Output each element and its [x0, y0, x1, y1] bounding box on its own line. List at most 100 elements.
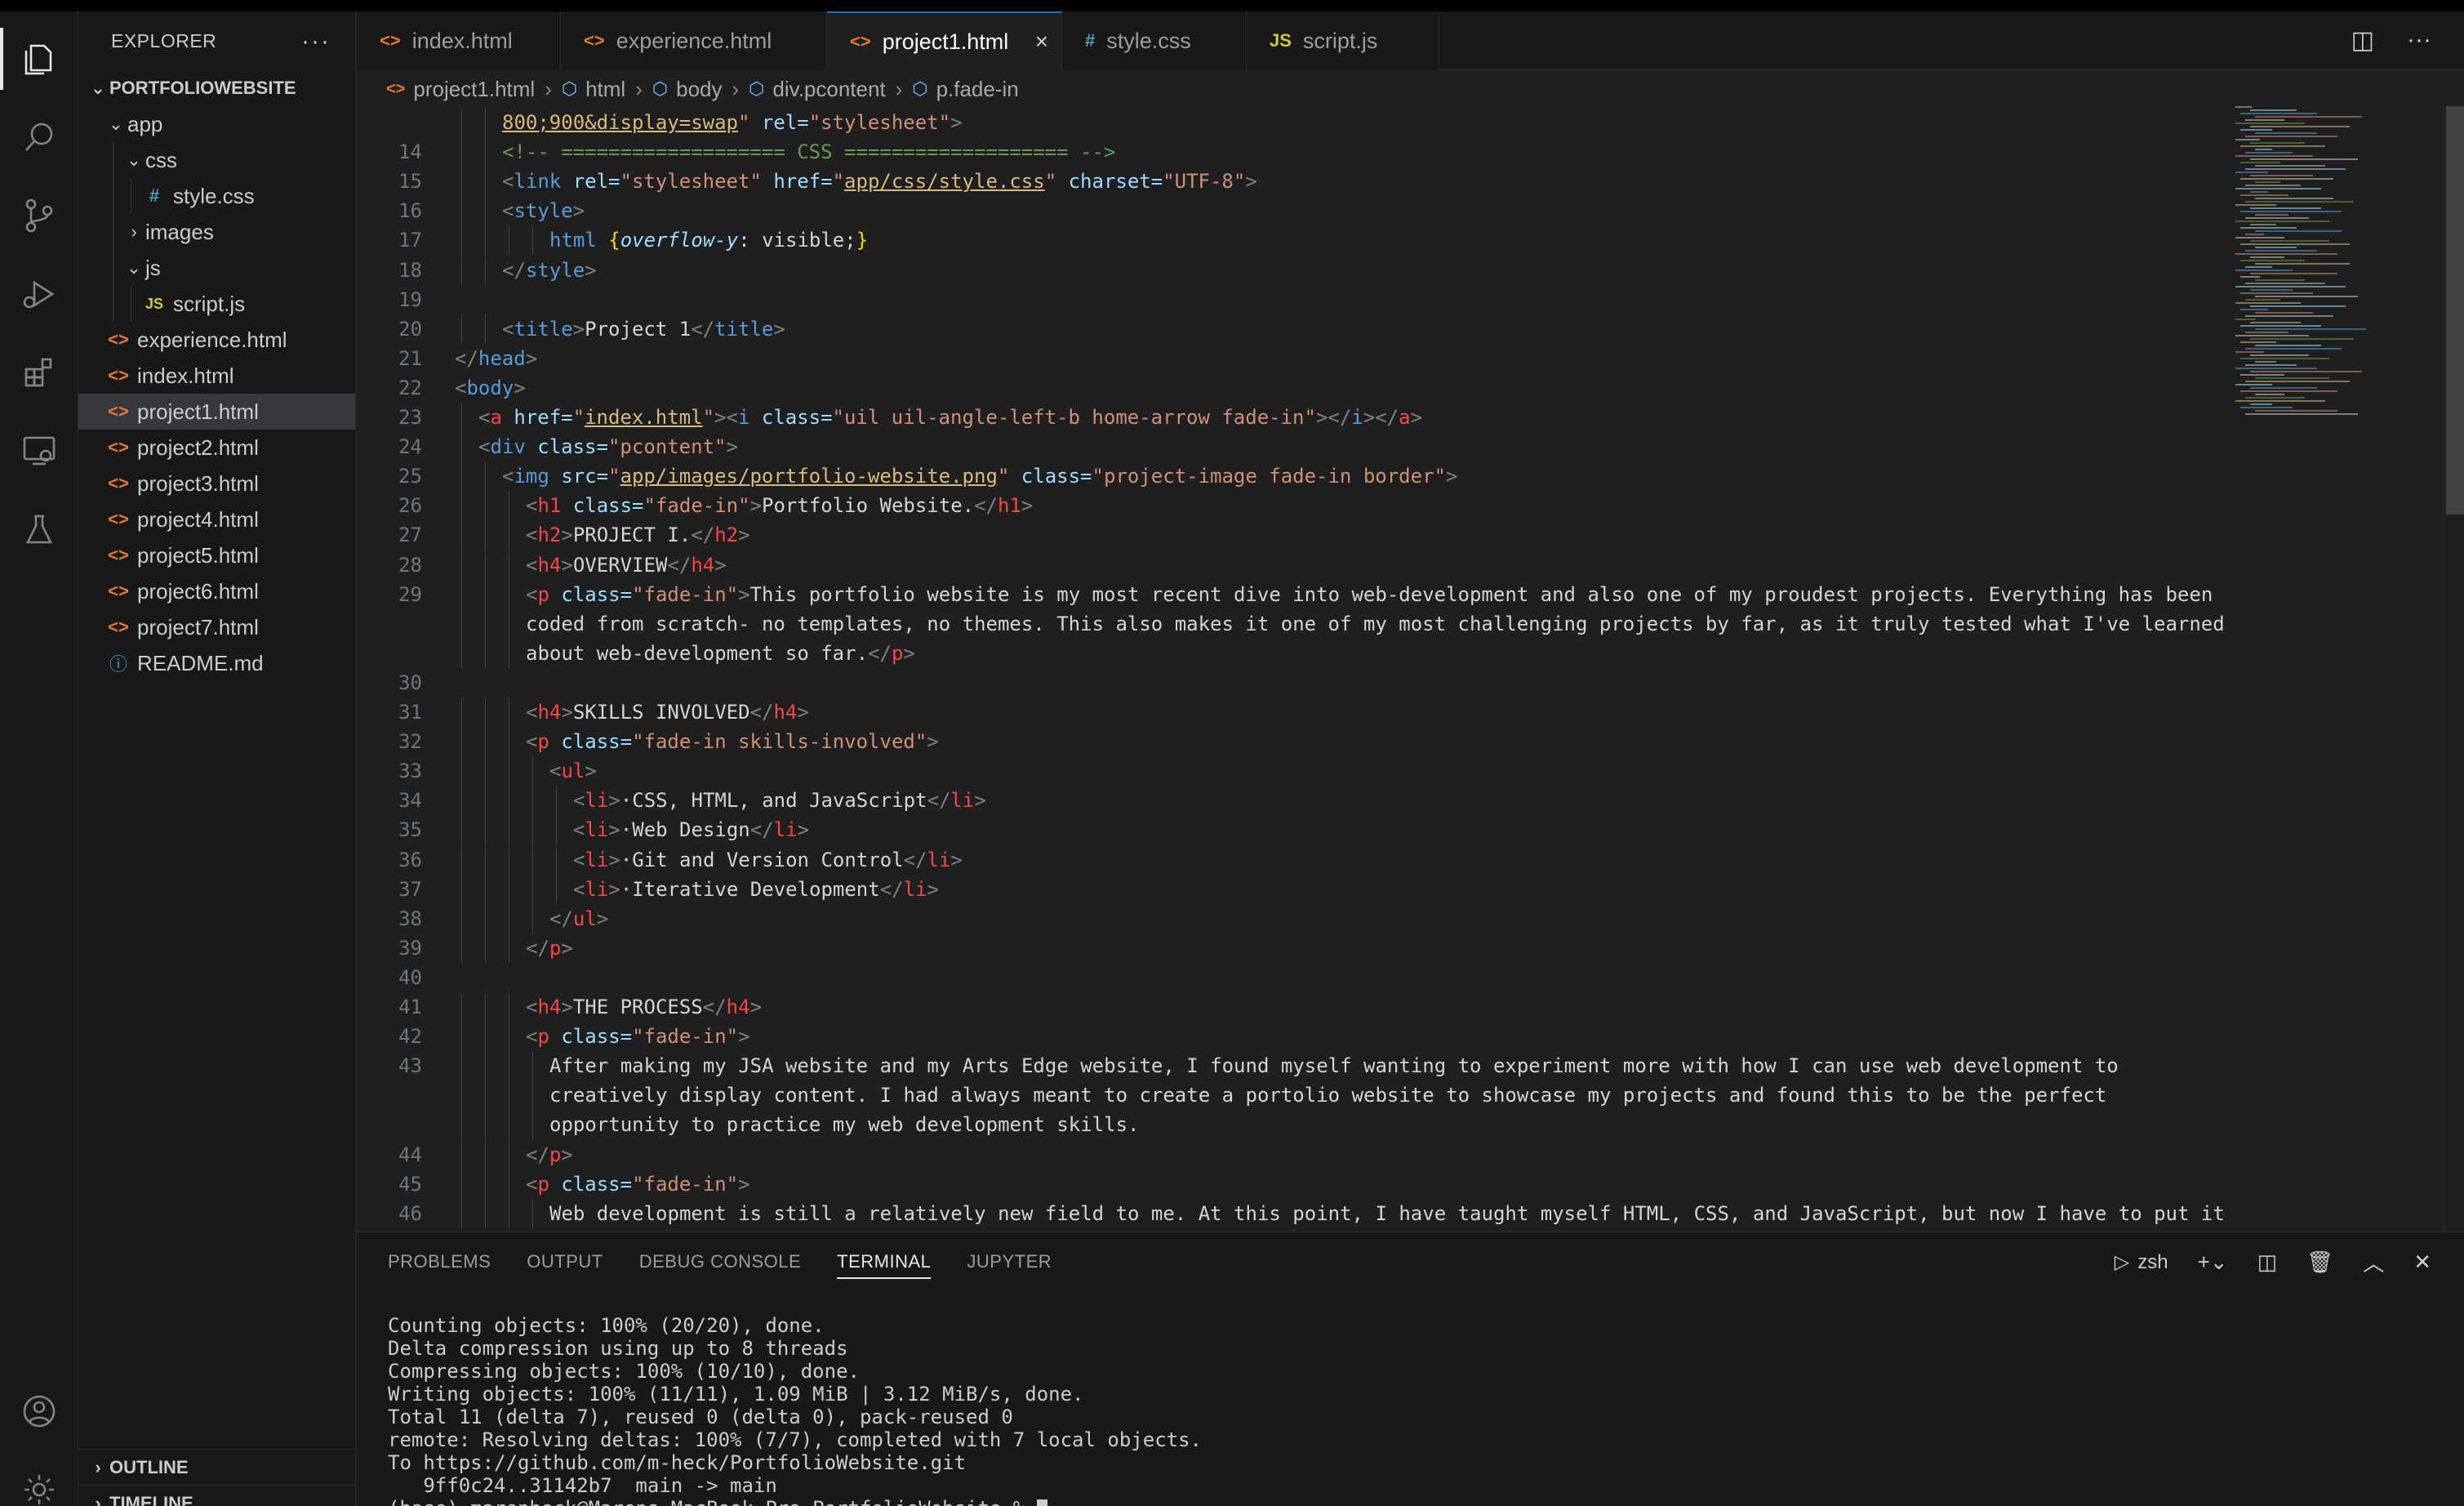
minimap-line	[2255, 149, 2272, 150]
settings-gear-icon[interactable]	[0, 1450, 78, 1506]
tab-index-html[interactable]: <> index.html	[357, 11, 561, 70]
indent-guide	[485, 608, 486, 639]
minimap-line	[2235, 188, 2321, 189]
folder-item[interactable]: ⌄ js	[78, 250, 355, 286]
explorer-icon[interactable]	[0, 20, 78, 98]
folder-item[interactable]: ⌄ css	[78, 142, 355, 178]
line-number: 15	[398, 170, 422, 194]
breadcrumb-item[interactable]: <> project1.html	[386, 77, 535, 102]
html-file-icon: <>	[108, 329, 129, 350]
code-token: Web development is still a relatively ne…	[549, 1201, 2225, 1225]
file-item[interactable]: <> project5.html	[78, 537, 355, 573]
file-item[interactable]: <> project2.html	[78, 430, 355, 466]
code-line: 44 </p>	[357, 1139, 2235, 1170]
terminal-output[interactable]: Counting objects: 100% (20/20), done. Del…	[388, 1314, 1202, 1506]
search-icon[interactable]	[0, 98, 78, 176]
code-line: 37 <li>·Iterative Development</li>	[357, 874, 2235, 904]
timeline-section[interactable]: › TIMELINE	[78, 1485, 356, 1506]
indent-guide	[461, 844, 462, 875]
file-item[interactable]: <> project4.html	[78, 501, 355, 537]
panel-tab-terminal[interactable]: TERMINAL	[837, 1251, 932, 1279]
minimap-line	[2245, 364, 2297, 366]
maximize-panel-icon[interactable]: ︿	[2363, 1247, 2384, 1277]
file-item[interactable]: <> project1.html	[78, 394, 355, 430]
file-item[interactable]: ⓘ README.md	[78, 645, 355, 681]
file-label: app	[127, 111, 163, 136]
file-item[interactable]: <> project6.html	[78, 573, 355, 609]
outline-section[interactable]: › OUTLINE	[78, 1449, 356, 1485]
code-editor[interactable]: 800;900&display=swap" rel="stylesheet"> 1…	[357, 106, 2464, 1232]
source-control-icon[interactable]	[0, 176, 78, 255]
file-label: project3.html	[137, 470, 259, 496]
minimap-line	[2255, 312, 2313, 314]
minimap-line	[2235, 351, 2264, 353]
split-terminal-icon[interactable]: ◫	[2257, 1250, 2278, 1275]
editor-scrollbar[interactable]	[2443, 106, 2464, 1232]
code-token: <	[502, 170, 514, 194]
close-panel-icon[interactable]: ✕	[2413, 1250, 2431, 1275]
project-folder-header[interactable]: ⌄ PORTFOLIOWEBSITE	[78, 70, 355, 106]
code-token: "UTF-8"	[1163, 170, 1246, 194]
code-token: "	[997, 465, 1010, 488]
tab-project1-html[interactable]: <> project1.html ×	[827, 11, 1062, 70]
more-actions-icon[interactable]: ···	[301, 28, 331, 56]
code-text: </style>	[502, 259, 597, 282]
account-icon[interactable]	[0, 1372, 78, 1450]
more-actions-icon[interactable]: ···	[2407, 26, 2431, 55]
file-item[interactable]: <> index.html	[78, 358, 355, 394]
activity-bar	[0, 11, 78, 1506]
file-item[interactable]: <> experience.html	[78, 322, 355, 358]
panel-tab-output[interactable]: OUTPUT	[527, 1251, 603, 1272]
panel-tab-jupyter[interactable]: JUPYTER	[967, 1251, 1052, 1272]
minimap[interactable]	[2235, 106, 2431, 596]
minimap-line	[2255, 296, 2358, 297]
terminal-line: Total 11 (delta 7), reused 0 (delta 0), …	[388, 1406, 1202, 1428]
tab-script-js[interactable]: JS script.js	[1247, 11, 1439, 70]
extensions-icon[interactable]	[0, 333, 78, 412]
code-token: >	[714, 553, 727, 577]
folder-item[interactable]: › images	[78, 214, 355, 250]
breadcrumb-item[interactable]: ⬡ body	[652, 77, 723, 102]
scrollbar-thumb[interactable]	[2446, 106, 2464, 515]
code-line: 16 <style>	[357, 196, 2235, 226]
indent-guide	[485, 520, 486, 550]
panel-tab-problems[interactable]: PROBLEMS	[388, 1251, 491, 1272]
code-text: opportunity to practice my web developme…	[549, 1113, 1139, 1136]
breadcrumb-item[interactable]: ⬡ p.fade-in	[912, 77, 1018, 102]
breadcrumb-item[interactable]: ⬡ div.pcontent	[749, 77, 886, 102]
testing-icon[interactable]	[0, 490, 78, 568]
code-token: >	[738, 1172, 750, 1196]
minimap-line	[2235, 400, 2325, 402]
file-item[interactable]: JS script.js	[78, 286, 355, 322]
tab-style-css[interactable]: # style.css	[1062, 11, 1247, 70]
code-line: 25 <img src="app/images/portfolio-website…	[357, 461, 2235, 492]
folder-item[interactable]: ⌄ app	[78, 106, 355, 142]
file-label: script.js	[173, 291, 246, 316]
minimap-line	[2255, 198, 2333, 199]
indent-guide	[485, 815, 486, 845]
code-token: p	[537, 582, 549, 606]
code-token: >	[726, 435, 738, 459]
line-number: 19	[398, 287, 422, 311]
file-item[interactable]: <> project7.html	[78, 609, 355, 645]
file-item[interactable]: # style.css	[78, 178, 355, 214]
code-token: >	[585, 760, 597, 783]
close-icon[interactable]: ×	[1035, 29, 1048, 55]
run-debug-icon[interactable]	[0, 255, 78, 333]
new-terminal-icon[interactable]: +⌄	[2198, 1250, 2228, 1275]
line-number: 35	[398, 818, 422, 842]
trash-icon[interactable]: 🗑	[2306, 1250, 2333, 1275]
terminal-shell-selector[interactable]: ▷ zsh	[2115, 1250, 2168, 1274]
code-line: about web-development so far.</p>	[357, 638, 2235, 668]
split-editor-icon[interactable]: ◫	[2351, 26, 2374, 55]
minimap-line	[2245, 185, 2301, 186]
panel-tab-debug-console[interactable]: DEBUG CONSOLE	[639, 1251, 801, 1272]
remote-explorer-icon[interactable]	[0, 412, 78, 490]
terminal-line: Delta compression using up to 8 threads	[388, 1337, 1202, 1360]
code-token: >	[797, 818, 810, 842]
breadcrumb-item[interactable]: ⬡ html	[562, 77, 625, 102]
tab-experience-html[interactable]: <> experience.html	[561, 11, 827, 70]
tab-label: script.js	[1302, 28, 1378, 53]
code-line: 28 <h4>OVERVIEW</h4>	[357, 550, 2235, 580]
file-item[interactable]: <> project3.html	[78, 466, 355, 501]
